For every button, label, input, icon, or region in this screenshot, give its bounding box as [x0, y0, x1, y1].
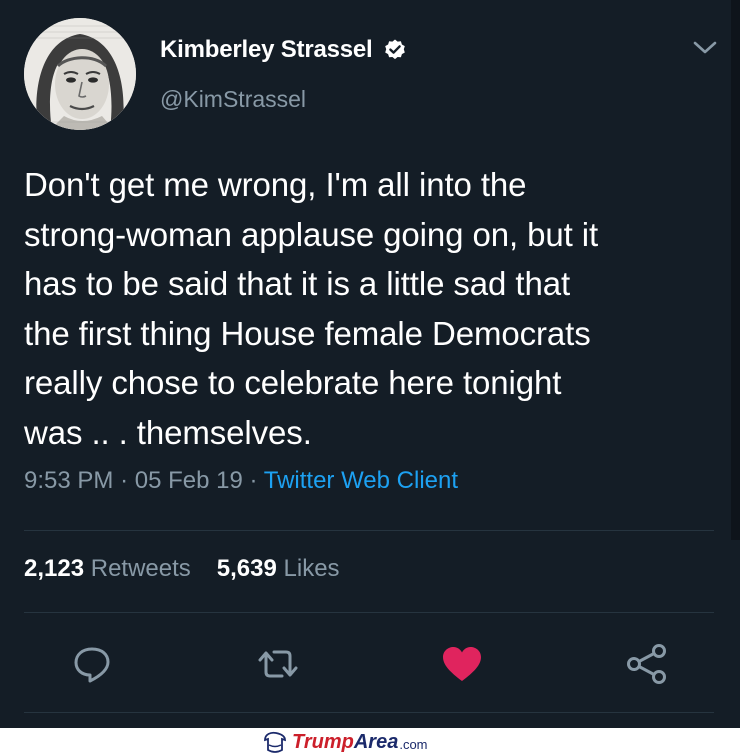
divider — [24, 612, 714, 613]
watermark-text-trump: Trump — [292, 730, 354, 753]
retweets-stat[interactable]: 2,123 Retweets — [24, 555, 191, 582]
tweet-text-line: really chose to celebrate here tonight — [24, 364, 562, 401]
watermark-text-com: .com — [399, 737, 428, 752]
likes-count: 5,639 — [216, 555, 277, 582]
tweet-client-link[interactable]: Twitter Web Client — [264, 467, 458, 494]
tweet-text-line: the first thing House female Democrats — [24, 314, 591, 352]
avatar-portrait-icon — [24, 18, 136, 130]
tweet-text: Don't get me wrong, I'm all into the str… — [24, 160, 714, 457]
meta-separator: · — [120, 467, 135, 494]
avatar[interactable] — [24, 18, 136, 130]
meta-separator: · — [249, 467, 264, 494]
tweet-time[interactable]: 9:53 PM — [24, 467, 113, 494]
heart-icon[interactable] — [440, 642, 484, 686]
tweet-text-line: Don't get me wrong, I'm all into the — [24, 166, 527, 203]
tweet-date[interactable]: 05 Feb 19 — [135, 467, 243, 494]
divider — [24, 712, 714, 713]
tweet-text-line: strong-woman applause going on, but it — [24, 215, 599, 253]
tweet-meta: 9:53 PM · 05 Feb 19 · Twitter Web Client — [24, 467, 458, 495]
retweet-icon[interactable] — [256, 642, 300, 686]
tweet-card: Kimberley Strassel @KimStrassel Don't ge… — [0, 0, 740, 728]
likes-stat[interactable]: 5,639 Likes — [217, 555, 340, 582]
username-handle[interactable]: @KimStrassel — [160, 86, 306, 113]
scrollbar[interactable] — [731, 0, 740, 540]
author-name-row: Kimberley Strassel — [160, 36, 407, 64]
tweet-text-line: was .. . themselves. — [24, 413, 312, 451]
divider — [24, 530, 714, 531]
share-icon[interactable] — [625, 642, 669, 686]
trump-hair-logo-icon — [264, 731, 286, 753]
retweets-label: Retweets — [90, 555, 191, 582]
likes-label: Likes — [283, 555, 340, 582]
watermark: Trump Area .com — [262, 730, 428, 754]
tweet-text-line: has to be said that it is a little sad t… — [24, 265, 571, 302]
verified-badge-icon — [384, 39, 405, 60]
retweets-count: 2,123 — [24, 555, 85, 582]
reply-icon[interactable] — [70, 642, 114, 686]
display-name[interactable]: Kimberley Strassel — [160, 36, 373, 64]
engagement-stats: 2,123 Retweets 5,639 Likes — [24, 555, 340, 583]
chevron-down-icon[interactable] — [690, 36, 720, 60]
watermark-text-area: Area — [353, 730, 399, 753]
